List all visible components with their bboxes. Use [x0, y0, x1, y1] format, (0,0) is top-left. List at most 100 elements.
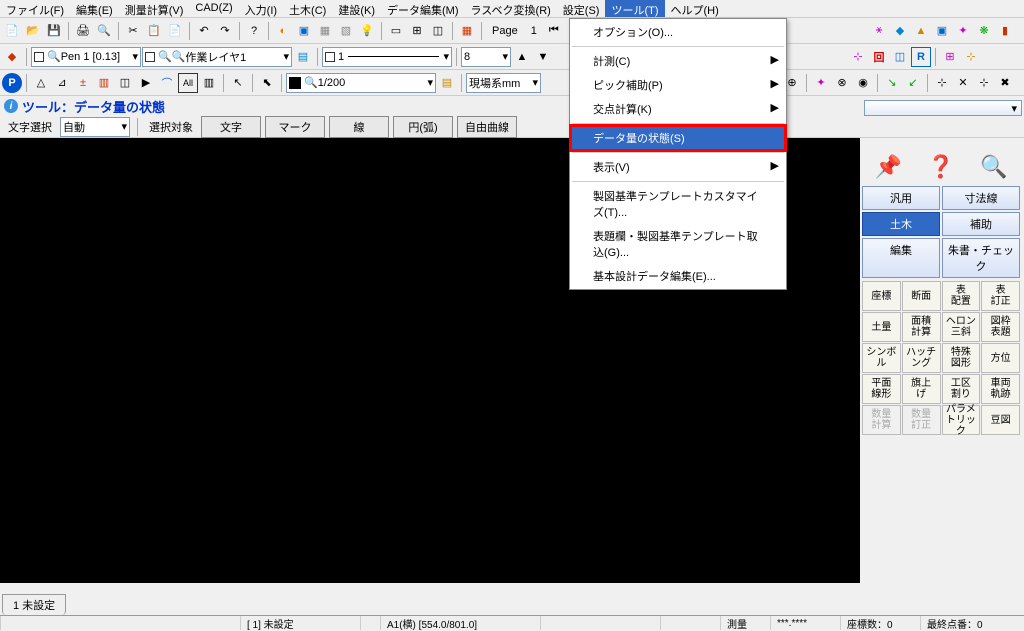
snap-1-icon[interactable]: ⊹ [848, 47, 868, 67]
tool-g-icon[interactable]: ◫ [428, 21, 448, 41]
palette-button[interactable]: 豆図 [981, 405, 1020, 435]
palette-button[interactable]: 表 訂正 [981, 281, 1020, 311]
tool-h-icon[interactable]: ▦ [457, 21, 477, 41]
palette-button[interactable]: シンボ ル [862, 343, 901, 373]
palette-button[interactable]: 座標 [862, 281, 901, 311]
rtool-7-icon[interactable]: ▮ [995, 21, 1015, 41]
obj-9-icon[interactable]: ⊹ [974, 73, 994, 93]
bulb-icon[interactable]: 💡 [357, 21, 377, 41]
obj-4-icon[interactable]: ⊗ [832, 73, 852, 93]
palette-button[interactable]: ハッチ ング [902, 343, 941, 373]
open-icon[interactable]: 📂 [23, 21, 43, 41]
palette-button[interactable]: 面積 計算 [902, 312, 941, 342]
question-icon[interactable]: ❓ [927, 154, 954, 180]
page-first-icon[interactable]: ⏮ [544, 21, 564, 41]
menu-edit[interactable]: 編集(E) [70, 0, 119, 17]
select-arc-button[interactable]: 円(弧) [393, 116, 453, 138]
dropdown-item[interactable]: 交点計算(K)▶ [571, 97, 785, 121]
cut-icon[interactable]: ✂ [123, 21, 143, 41]
menu-file[interactable]: ファイル(F) [0, 0, 70, 17]
misc-1-icon[interactable]: △ [31, 73, 51, 93]
snap-3-icon[interactable]: ◫ [890, 47, 910, 67]
layer-list-icon[interactable]: ▤ [293, 47, 313, 67]
obj-3-icon[interactable]: ✦ [811, 73, 831, 93]
cursor-icon[interactable]: ↖ [228, 73, 248, 93]
misc-7-icon[interactable]: ⌒ [157, 73, 177, 93]
menu-construction[interactable]: 建設(K) [332, 0, 381, 17]
palette-button[interactable]: 特殊 図形 [942, 343, 981, 373]
linesize-inc-icon[interactable]: ▲ [512, 47, 532, 67]
rtool-1-icon[interactable]: ⚹ [869, 21, 889, 41]
rtool-5-icon[interactable]: ✦ [953, 21, 973, 41]
misc-9-icon[interactable]: ▥ [199, 73, 219, 93]
linesize-combo[interactable]: 8▾ [461, 47, 511, 67]
dropdown-item[interactable]: 基本設計データ編集(E)... [571, 264, 785, 288]
misc-6-icon[interactable]: ▶ [136, 73, 156, 93]
palette-button[interactable]: 土量 [862, 312, 901, 342]
tab-aux[interactable]: 補助 [942, 212, 1020, 236]
obj-7-icon[interactable]: ⊹ [932, 73, 952, 93]
dropdown-item[interactable]: 計測(C)▶ [571, 49, 785, 73]
dropdown-item[interactable]: 表題欄・製図基準テンプレート取込(G)... [571, 224, 785, 264]
dropdown-item[interactable]: 表示(V)▶ [571, 155, 785, 179]
palette-button[interactable]: 平面 線形 [862, 374, 901, 404]
menu-survey[interactable]: 測量計算(V) [119, 0, 190, 17]
menu-cad[interactable]: CAD(Z) [189, 0, 238, 17]
misc-5-icon[interactable]: ◫ [115, 73, 135, 93]
coord-combo[interactable]: 現場系mm▾ [466, 73, 541, 93]
palette-button[interactable]: 方位 [981, 343, 1020, 373]
redo-icon[interactable]: ↷ [215, 21, 235, 41]
tab-general[interactable]: 汎用 [862, 186, 940, 210]
new-icon[interactable]: 📄 [2, 21, 22, 41]
obj-5-icon[interactable]: ◉ [853, 73, 873, 93]
menu-input[interactable]: 入力(I) [239, 0, 283, 17]
tool-e-icon[interactable]: ▭ [386, 21, 406, 41]
misc-4-icon[interactable]: ▥ [94, 73, 114, 93]
sheet-list-icon[interactable]: ▤ [437, 73, 457, 93]
obj-10-icon[interactable]: ✖ [995, 73, 1015, 93]
palette-button[interactable]: ヘロン 三斜 [942, 312, 981, 342]
print-preview-icon[interactable]: 🔍 [94, 21, 114, 41]
misc-8-icon[interactable]: All [178, 73, 198, 93]
tab-redmark[interactable]: 朱書・チェック [942, 238, 1020, 278]
palette-button[interactable]: 旗上 げ [902, 374, 941, 404]
menu-settings[interactable]: 設定(S) [557, 0, 606, 17]
undo-icon[interactable]: ↶ [194, 21, 214, 41]
select-text-button[interactable]: 文字 [201, 116, 261, 138]
obj-6b-icon[interactable]: ↙ [903, 73, 923, 93]
pen-combo[interactable]: 🔍 Pen 1 [0.13] ▾ [31, 47, 141, 67]
misc-3-icon[interactable]: ± [73, 73, 93, 93]
menu-tools[interactable]: ツール(T) [605, 0, 664, 17]
dropdown-item[interactable]: 製図基準テンプレートカスタマイズ(T)... [571, 184, 785, 224]
layer-combo[interactable]: 🔍 🔍 作業レイヤ1 ▾ [142, 47, 292, 67]
tool-c-icon[interactable]: ▦ [315, 21, 335, 41]
snap-2-icon[interactable]: 回 [869, 47, 889, 67]
tool-a-icon[interactable]: ◐ [273, 21, 293, 41]
select-spline-button[interactable]: 自由曲線 [457, 116, 517, 138]
copy-icon[interactable]: 📋 [144, 21, 164, 41]
grid-2-icon[interactable]: ⊹ [961, 47, 981, 67]
grid-1-icon[interactable]: ⊞ [940, 47, 960, 67]
tool-f-icon[interactable]: ⊞ [407, 21, 427, 41]
help-cursor-icon[interactable]: ? [244, 21, 264, 41]
palette-button[interactable]: 工区 割り [942, 374, 981, 404]
paste-icon[interactable]: 📄 [165, 21, 185, 41]
dropdown-item[interactable]: データ量の状態(S) [571, 126, 785, 150]
tool-b-icon[interactable]: ▣ [294, 21, 314, 41]
tab-civil[interactable]: 土木 [862, 212, 940, 236]
palette-button[interactable]: パラメ トリック [942, 405, 981, 435]
tab-dimension[interactable]: 寸法線 [942, 186, 1020, 210]
tool-d-icon[interactable]: ▧ [336, 21, 356, 41]
magnify-icon[interactable]: 🔍 [980, 154, 1007, 180]
rtool-3-icon[interactable]: ▲ [911, 21, 931, 41]
obj-8-icon[interactable]: ✕ [953, 73, 973, 93]
snap-r-icon[interactable]: R [911, 47, 931, 67]
page-tab-1[interactable]: 1 未設定 [2, 594, 66, 615]
dropdown-item[interactable]: オプション(O)... [571, 20, 785, 44]
rtool-6-icon[interactable]: ❋ [974, 21, 994, 41]
obj-6-icon[interactable]: ↘ [882, 73, 902, 93]
save-icon[interactable]: 💾 [44, 21, 64, 41]
misc-2-icon[interactable]: ⊿ [52, 73, 72, 93]
menu-rasvec[interactable]: ラスベク変換(R) [465, 0, 557, 17]
select-mode-combo[interactable]: 自動▾ [60, 117, 130, 137]
